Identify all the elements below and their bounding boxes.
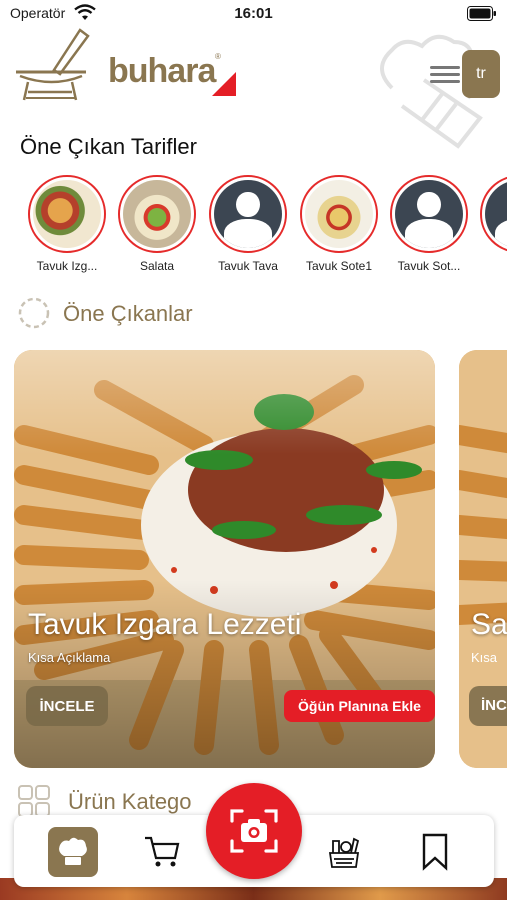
story-label: Tavuk Tava	[218, 259, 278, 273]
battery-icon	[467, 6, 496, 21]
clock: 16:01	[234, 5, 273, 22]
menu-button[interactable]	[430, 62, 460, 88]
story-item-partial[interactable]	[476, 175, 507, 253]
chef-hat-icon	[59, 837, 87, 865]
mortar-logo-icon	[16, 28, 90, 101]
featured-recipes-list: Tavuk Izg... Salata Tavuk Tava Tavuk Sot…	[24, 175, 507, 275]
camera-scan-button[interactable]	[206, 783, 302, 879]
chef-hat-watermark-icon	[380, 34, 483, 149]
default-avatar-icon	[214, 180, 282, 248]
story-label: Tavuk Sot...	[397, 259, 461, 273]
tab-cart[interactable]	[137, 827, 187, 877]
story-label: Salata	[139, 259, 175, 273]
card-title: Sa	[471, 608, 507, 641]
highlight-card-next[interactable]: Sa Kısa İNC	[459, 350, 507, 768]
highlight-card[interactable]: Tavuk Izgara Lezzeti Kısa Açıklama İNCEL…	[14, 350, 435, 768]
recipe-thumbnail	[123, 180, 191, 248]
card-description: Kısa	[471, 650, 498, 665]
story-item[interactable]: Tavuk Tava	[205, 175, 291, 273]
card-description: Kısa Açıklama	[28, 650, 111, 665]
story-label: Tavuk Sote1	[305, 259, 373, 273]
loading-spinner-icon	[18, 297, 50, 329]
brand-triangle-icon	[212, 72, 236, 96]
story-item[interactable]: Tavuk Sote1	[296, 175, 382, 273]
app-header: buhara ® tr	[0, 22, 507, 149]
recipe-thumbnail	[305, 180, 373, 248]
registered-mark: ®	[215, 52, 221, 61]
bookmark-icon	[422, 833, 448, 871]
brand-logo: buhara	[108, 52, 216, 90]
default-avatar-icon	[395, 180, 463, 248]
highlights-title: Öne Çıkanlar	[63, 301, 193, 326]
categories-title: Ürün Katego	[68, 789, 192, 814]
tab-saved[interactable]	[410, 827, 460, 877]
story-item[interactable]: Tavuk Izg...	[24, 175, 110, 273]
add-to-meal-plan-button[interactable]: Öğün Planına Ekle	[284, 690, 435, 722]
tab-recipes[interactable]	[48, 827, 98, 877]
groceries-icon	[328, 837, 360, 868]
default-avatar-icon	[485, 180, 507, 248]
featured-recipes-title: Öne Çıkan Tarifler	[20, 134, 197, 159]
story-item[interactable]: Tavuk Sot...	[386, 175, 472, 273]
story-label: Tavuk Izg...	[36, 259, 98, 273]
tab-groceries[interactable]	[319, 827, 369, 877]
language-button[interactable]: tr	[462, 50, 500, 98]
card-title: Tavuk Izgara Lezzeti	[28, 608, 302, 641]
camera-scan-icon	[230, 809, 278, 853]
inspect-button[interactable]: İNC	[469, 686, 507, 726]
cart-icon	[145, 836, 180, 867]
story-item[interactable]: Salata	[114, 175, 200, 273]
recipe-thumbnail	[33, 180, 101, 248]
inspect-button[interactable]: İNCELE	[26, 686, 108, 726]
categories-grid-icon	[18, 785, 50, 817]
